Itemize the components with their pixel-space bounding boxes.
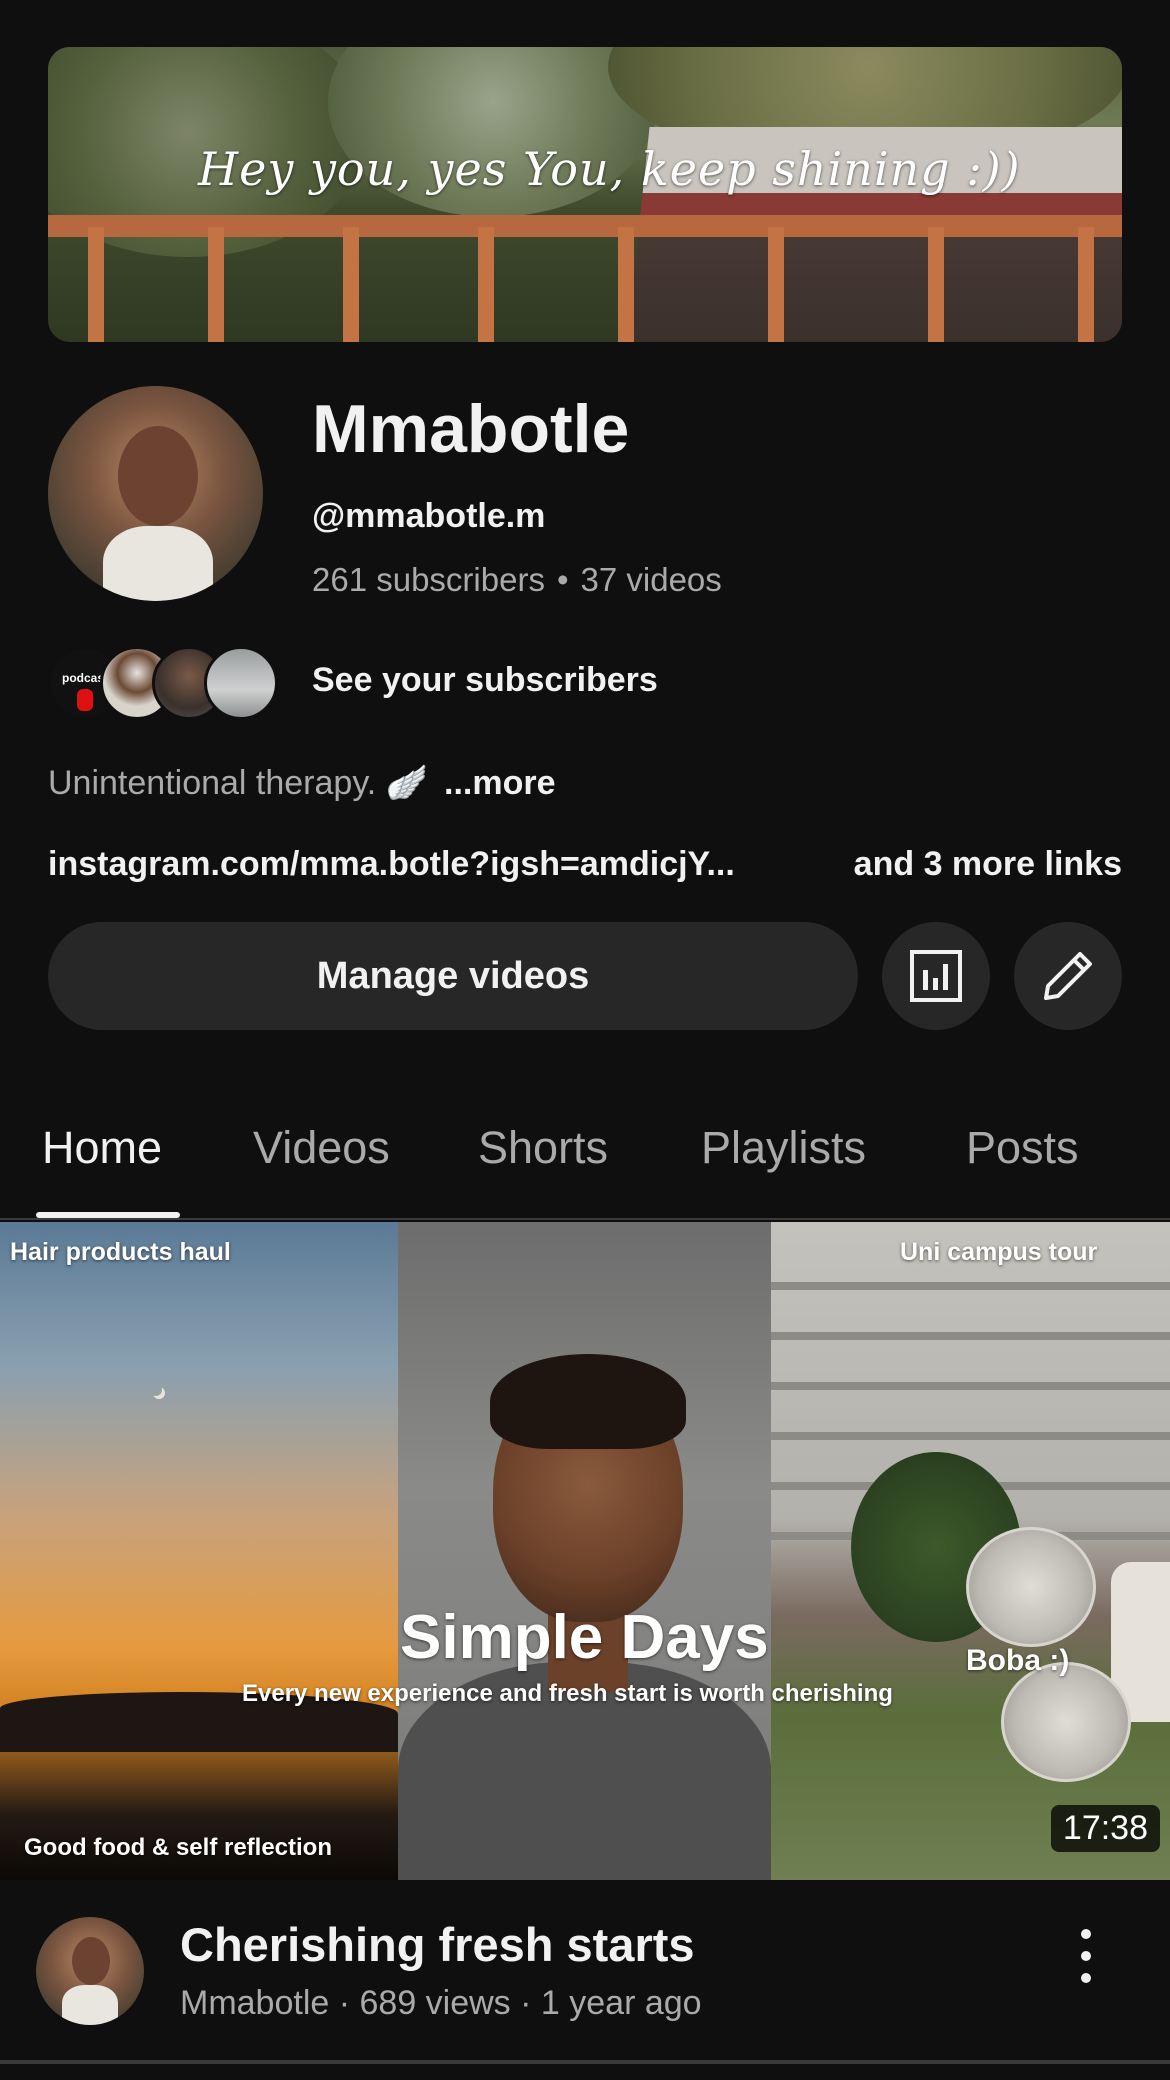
- thumbnail-label-hair: Hair products haul: [10, 1238, 231, 1266]
- more-links-link[interactable]: and 3 more links: [854, 845, 1122, 884]
- video-channel-avatar[interactable]: [36, 1917, 144, 2025]
- thumbnail-label-campus: Uni campus tour: [900, 1238, 1098, 1266]
- manage-videos-button[interactable]: Manage videos: [48, 922, 858, 1030]
- video-count: 37 videos: [580, 561, 722, 598]
- channel-avatar[interactable]: [48, 386, 263, 601]
- banner-post: [928, 227, 944, 342]
- more-vert-icon[interactable]: [1070, 1926, 1102, 1986]
- boba-cup: [966, 1527, 1096, 1647]
- thumbnail-label-food: Good food & self reflection: [24, 1834, 333, 1861]
- banner-post: [478, 227, 494, 342]
- building-line: [771, 1282, 1170, 1290]
- tab-shorts[interactable]: Shorts: [478, 1122, 608, 1174]
- back-arrow-icon[interactable]: [50, 0, 98, 8]
- analytics-button[interactable]: [882, 922, 990, 1030]
- channel-links: instagram.com/mma.botle?igsh=amdicjY... …: [48, 845, 1122, 884]
- subscriber-count: 261 subscribers: [312, 561, 545, 598]
- channel-description[interactable]: Unintentional therapy. 🪽 ...more: [48, 763, 556, 803]
- avatar-face: [72, 1937, 110, 1985]
- video-title[interactable]: Cherishing fresh starts: [180, 1917, 695, 1972]
- channel-stats: 261 subscribers • 37 videos: [312, 561, 722, 599]
- moon-shape: [150, 1384, 162, 1396]
- search-icon[interactable]: [935, 0, 983, 8]
- stats-separator: •: [556, 561, 569, 598]
- microphone-icon: [77, 689, 93, 711]
- banner-post: [208, 227, 224, 342]
- banner-text: Hey you, yes You, keep shining :)): [198, 142, 1021, 196]
- channel-name: Mmabotle: [312, 391, 630, 467]
- tab-videos[interactable]: Videos: [253, 1122, 390, 1174]
- more-vert-icon[interactable]: [1068, 0, 1116, 8]
- thumbnail-title: Simple Days: [400, 1603, 769, 1672]
- description-text: Unintentional therapy. 🪽: [48, 764, 429, 802]
- bottom-divider: [0, 2060, 1170, 2064]
- thumbnail-panel-campus: [771, 1222, 1170, 1880]
- banner-post: [343, 227, 359, 342]
- banner-post: [1078, 227, 1094, 342]
- top-bar: [0, 0, 1170, 30]
- channel-banner[interactable]: Hey you, yes You, keep shining :)): [48, 47, 1122, 342]
- channel-handle: @mmabotle.m: [312, 497, 546, 535]
- thumbnail-subtitle: Every new experience and fresh start is …: [242, 1680, 893, 1707]
- boba-cup: [1001, 1662, 1131, 1782]
- analytics-icon: [910, 950, 962, 1002]
- banner-post: [768, 227, 784, 342]
- active-tab-indicator: [36, 1212, 180, 1218]
- featured-video-info[interactable]: Cherishing fresh starts Mmabotle · 689 v…: [0, 1880, 1170, 2060]
- video-meta: Mmabotle · 689 views · 1 year ago: [180, 1984, 702, 2022]
- person-hair: [490, 1354, 686, 1449]
- channel-tabs: Home Videos Shorts Playlists Posts: [0, 1100, 1170, 1220]
- thumbnail-panel-sunset: [0, 1222, 398, 1880]
- building-line: [771, 1432, 1170, 1440]
- avatar-face: [118, 426, 198, 526]
- banner-post: [88, 227, 104, 342]
- thumbnail-label-boba: Boba :): [966, 1644, 1070, 1677]
- tab-playlists[interactable]: Playlists: [701, 1122, 866, 1174]
- tab-home[interactable]: Home: [42, 1122, 162, 1174]
- thumbnail-panel-portrait: [398, 1222, 771, 1880]
- edit-button[interactable]: [1014, 922, 1122, 1030]
- video-duration: 17:38: [1050, 1805, 1160, 1852]
- cast-icon[interactable]: [790, 0, 838, 8]
- pencil-icon: [1044, 952, 1092, 1000]
- avatar-shirt: [103, 526, 213, 601]
- instagram-link[interactable]: instagram.com/mma.botle?igsh=amdicjY...: [48, 845, 735, 883]
- description-more-link[interactable]: ...more: [444, 764, 555, 802]
- banner-post: [618, 227, 634, 342]
- featured-video-thumbnail[interactable]: Hair products haul Good food & self refl…: [0, 1222, 1170, 1880]
- avatar-shirt: [62, 1985, 118, 2025]
- building-line: [771, 1332, 1170, 1340]
- subscriber-avatar: [204, 646, 278, 720]
- building-line: [771, 1382, 1170, 1390]
- see-subscribers-link[interactable]: See your subscribers: [312, 661, 658, 700]
- subscriber-avatars[interactable]: podcast: [48, 646, 288, 720]
- tab-posts[interactable]: Posts: [966, 1122, 1079, 1174]
